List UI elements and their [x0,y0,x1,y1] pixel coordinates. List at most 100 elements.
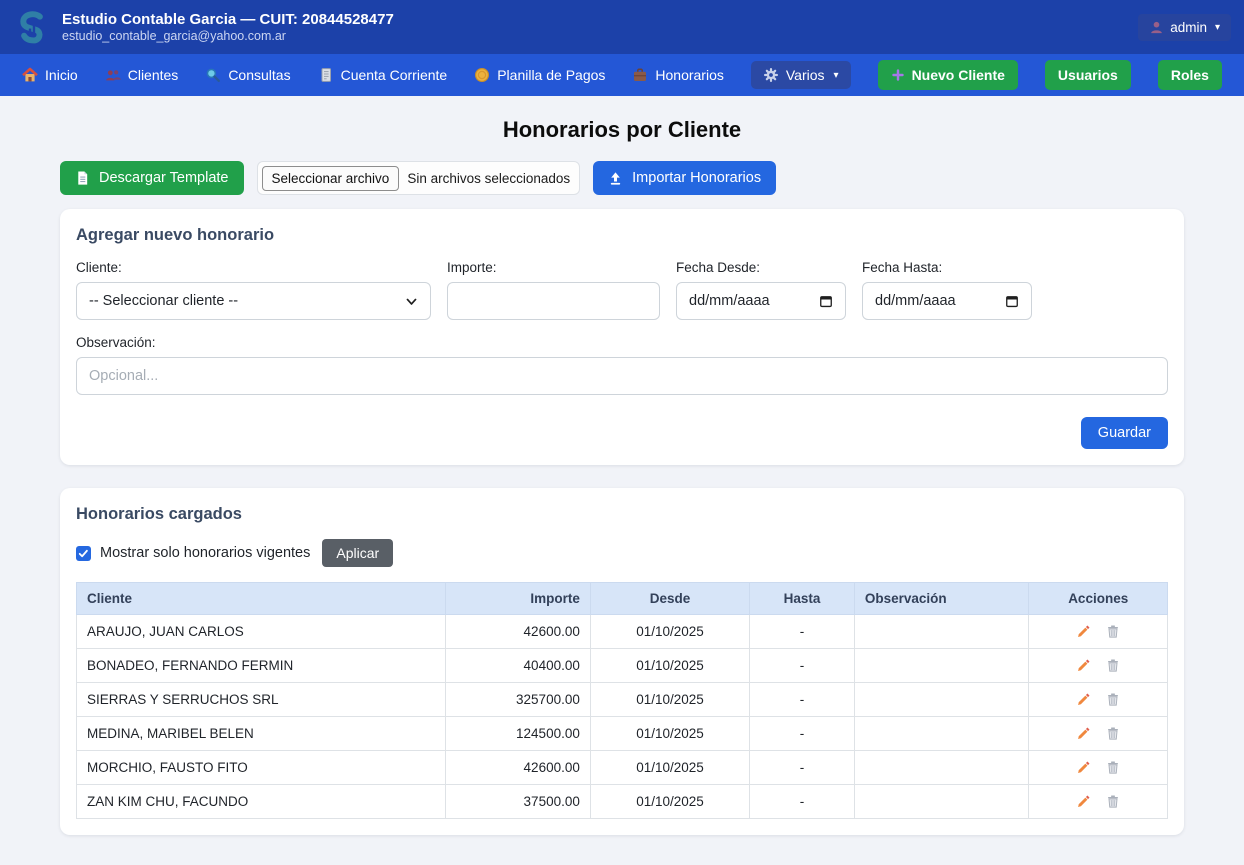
user-menu-label: admin [1170,20,1207,35]
choose-file-button[interactable]: Seleccionar archivo [262,166,400,191]
roles-button[interactable]: Roles [1158,60,1222,90]
edit-button[interactable] [1076,726,1091,741]
cell-observacion [854,615,1029,649]
edit-button[interactable] [1076,760,1091,775]
nav-item-inicio[interactable]: Inicio [22,67,78,83]
col-observacion: Observación [854,583,1029,615]
cell-importe: 40400.00 [445,649,590,683]
nav-item-consultas[interactable]: Consultas [205,67,290,83]
cell-hasta: - [750,717,855,751]
cell-importe: 37500.00 [445,785,590,819]
pencil-icon [1076,658,1091,673]
nav-item-planilla-de-pagos[interactable]: Planilla de Pagos [474,67,605,83]
page-title: Honorarios por Cliente [0,117,1244,143]
amount-input[interactable] [447,282,660,320]
edit-button[interactable] [1076,658,1091,673]
button-label: Importar Honorarios [632,170,761,186]
date-to-label: Fecha Hasta: [862,260,1032,275]
upload-icon [608,171,623,186]
clients-icon [105,67,121,83]
new-client-button[interactable]: Nuevo Cliente [878,60,1018,90]
nav-label: Consultas [228,67,290,83]
client-select[interactable]: -- Seleccionar cliente -- [76,282,431,320]
table-row: BONADEO, FERNANDO FERMIN 40400.00 01/10/… [77,649,1168,683]
trash-icon [1106,794,1120,809]
cell-importe: 124500.00 [445,717,590,751]
date-from-input[interactable]: dd/mm/aaaa [676,282,846,320]
amount-label: Importe: [447,260,660,275]
button-label: Descargar Template [99,170,229,186]
app-subtitle: estudio_contable_garcia@yahoo.com.ar [62,29,394,43]
cell-observacion [854,683,1029,717]
cell-desde: 01/10/2025 [590,649,749,683]
date-to-value: dd/mm/aaaa [875,293,956,309]
delete-button[interactable] [1106,726,1120,741]
cell-desde: 01/10/2025 [590,717,749,751]
briefcase-icon [632,67,648,83]
check-icon [78,548,89,559]
cell-desde: 01/10/2025 [590,615,749,649]
table-header-row: Cliente Importe Desde Hasta Observación … [77,583,1168,615]
pencil-icon [1076,794,1091,809]
client-select-value: -- Seleccionar cliente -- [89,293,238,309]
date-to-input[interactable]: dd/mm/aaaa [862,282,1032,320]
home-icon [22,67,38,83]
col-acciones: Acciones [1029,583,1168,615]
nav-item-clientes[interactable]: Clientes [105,67,179,83]
delete-button[interactable] [1106,794,1120,809]
edit-button[interactable] [1076,794,1091,809]
user-menu-button[interactable]: admin ▾ [1138,14,1231,41]
edit-button[interactable] [1076,692,1091,707]
import-fees-button[interactable]: Importar Honorarios [593,161,776,195]
cell-hasta: - [750,785,855,819]
observation-input[interactable] [76,357,1168,395]
plus-icon [891,68,905,82]
date-from-label: Fecha Desde: [676,260,846,275]
toolbar: Descargar Template Seleccionar archivo S… [60,161,1184,195]
trash-icon [1106,658,1120,673]
app-title: Estudio Contable Garcia — CUIT: 20844528… [62,11,394,30]
date-from-value: dd/mm/aaaa [689,293,770,309]
delete-button[interactable] [1106,692,1120,707]
edit-button[interactable] [1076,624,1091,639]
chevron-down-icon [405,295,418,308]
cell-hasta: - [750,615,855,649]
cell-cliente: ARAUJO, JUAN CARLOS [77,615,446,649]
cell-desde: 01/10/2025 [590,785,749,819]
cell-hasta: - [750,683,855,717]
download-template-button[interactable]: Descargar Template [60,161,244,195]
save-button[interactable]: Guardar [1081,417,1168,449]
caret-down-icon: ▾ [1215,22,1220,33]
cell-importe: 42600.00 [445,751,590,785]
ledger-icon [318,67,334,83]
main-nav: Inicio Clientes Consultas Cuenta Corrien… [0,54,1244,96]
button-label: Nuevo Cliente [912,67,1005,83]
nav-label: Planilla de Pagos [497,67,605,83]
nav-item-cuenta-corriente[interactable]: Cuenta Corriente [318,67,448,83]
cell-hasta: - [750,751,855,785]
trash-icon [1106,624,1120,639]
nav-dropdown-varios[interactable]: Varios ▾ [751,61,851,89]
col-hasta: Hasta [750,583,855,615]
button-label: Usuarios [1058,67,1118,83]
nav-label: Cuenta Corriente [341,67,448,83]
nav-label: Varios [786,67,825,83]
show-current-fees-checkbox[interactable] [76,546,91,561]
nav-label: Clientes [128,67,179,83]
document-icon [75,170,90,186]
gear-icon [763,67,779,83]
calendar-icon [1005,294,1019,308]
col-cliente: Cliente [77,583,446,615]
cell-cliente: MORCHIO, FAUSTO FITO [77,751,446,785]
users-button[interactable]: Usuarios [1045,60,1131,90]
delete-button[interactable] [1106,658,1120,673]
delete-button[interactable] [1106,624,1120,639]
pencil-icon [1076,760,1091,775]
nav-item-honorarios[interactable]: Honorarios [632,67,723,83]
apply-filter-button[interactable]: Aplicar [322,539,393,567]
brand-logo-icon [13,8,51,46]
cell-observacion [854,649,1029,683]
table-row: SIERRAS Y SERRUCHOS SRL 325700.00 01/10/… [77,683,1168,717]
user-icon [1149,20,1164,35]
delete-button[interactable] [1106,760,1120,775]
